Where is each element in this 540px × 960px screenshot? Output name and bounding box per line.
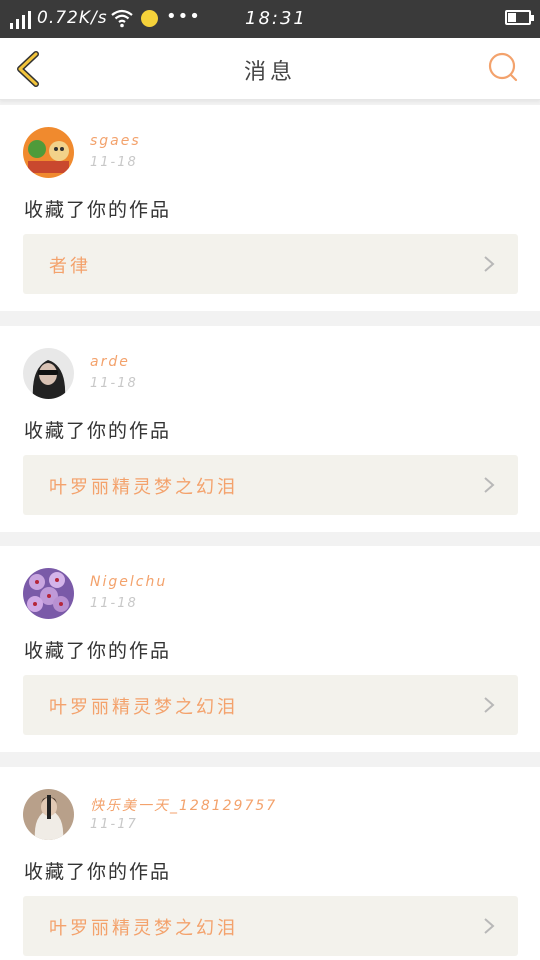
work-link[interactable]: 叶罗丽精灵梦之幻泪 (23, 455, 518, 515)
chevron-right-icon (484, 918, 495, 934)
signal-icon (10, 11, 31, 29)
message-date: 11-18 (90, 155, 138, 170)
header-bar: 消息 (0, 38, 540, 100)
work-title: 叶罗丽精灵梦之幻泪 (49, 918, 238, 939)
page-title: 消息 (243, 60, 296, 85)
wifi-icon (111, 9, 133, 28)
notification-dot-icon (141, 10, 158, 27)
status-bar: 0.72K/s ••• 18:31 (0, 0, 540, 38)
avatar[interactable] (23, 789, 74, 840)
battery-icon (505, 10, 534, 25)
chevron-right-icon (484, 256, 495, 272)
more-notifications-icon: ••• (166, 6, 201, 27)
work-link[interactable]: 叶罗丽精灵梦之幻泪 (23, 675, 518, 735)
username[interactable]: 快乐美一天_128129757 (90, 795, 277, 815)
message-action: 收藏了你的作品 (24, 199, 172, 221)
work-link[interactable]: 叶罗丽精灵梦之幻泪 (23, 896, 518, 956)
message-action: 收藏了你的作品 (24, 861, 172, 883)
chevron-right-icon (484, 697, 495, 713)
search-button[interactable] (486, 50, 520, 84)
message-date: 11-18 (90, 376, 138, 391)
username[interactable]: Nigelchu (90, 574, 167, 590)
username[interactable]: arde (90, 354, 130, 370)
avatar-image (23, 348, 74, 399)
avatar-image (23, 789, 74, 840)
message-card: 快乐美一天_128129757 11-17 收藏了你的作品 叶罗丽精灵梦之幻泪 (0, 767, 540, 960)
message-card: arde 11-18 收藏了你的作品 叶罗丽精灵梦之幻泪 (0, 326, 540, 532)
message-action: 收藏了你的作品 (24, 640, 172, 662)
work-link[interactable]: 者律 (23, 234, 518, 294)
message-card: Nigelchu 11-18 收藏了你的作品 叶罗丽精灵梦之幻泪 (0, 546, 540, 752)
avatar-image (23, 127, 74, 178)
message-date: 11-17 (90, 817, 138, 832)
username[interactable]: sgaes (90, 133, 141, 149)
work-title: 者律 (49, 256, 91, 277)
avatar-image (23, 568, 74, 619)
message-action: 收藏了你的作品 (24, 420, 172, 442)
work-title: 叶罗丽精灵梦之幻泪 (49, 477, 238, 498)
message-date: 11-18 (90, 596, 138, 611)
avatar[interactable] (23, 348, 74, 399)
chevron-right-icon (484, 477, 495, 493)
work-title: 叶罗丽精灵梦之幻泪 (49, 697, 238, 718)
avatar[interactable] (23, 568, 74, 619)
clock: 18:31 (245, 8, 307, 29)
search-icon (488, 52, 518, 82)
avatar[interactable] (23, 127, 74, 178)
network-speed: 0.72K/s (37, 8, 108, 28)
message-card: sgaes 11-18 收藏了你的作品 者律 (0, 105, 540, 311)
